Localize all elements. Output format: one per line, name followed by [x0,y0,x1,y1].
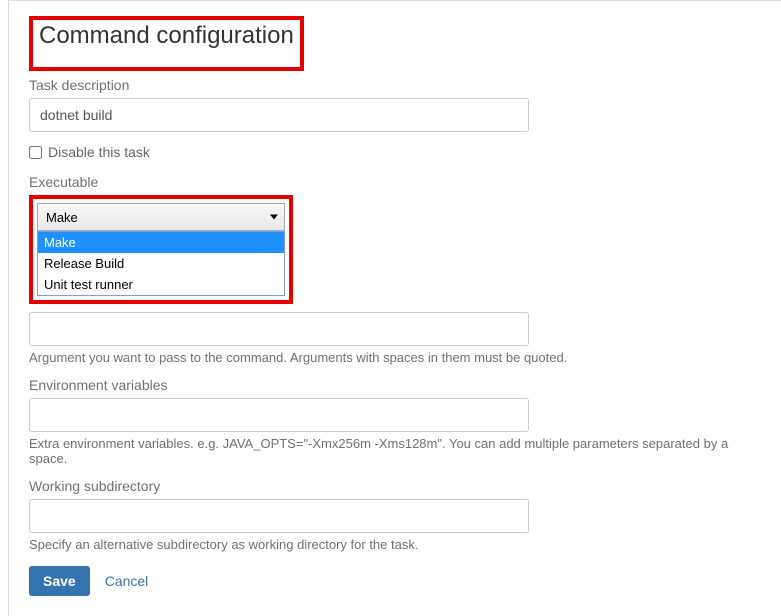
executable-select[interactable]: Make [37,203,285,231]
page-title: Command configuration [39,22,294,50]
executable-option[interactable]: Release Build [38,253,284,274]
env-vars-input[interactable] [29,398,529,432]
working-subdir-input[interactable] [29,499,529,533]
disable-task-checkbox[interactable] [29,146,42,159]
executable-option[interactable]: Make [38,232,284,253]
env-vars-help: Extra environment variables. e.g. JAVA_O… [29,436,761,466]
argument-help: Argument you want to pass to the command… [29,350,761,365]
save-button[interactable]: Save [29,566,90,596]
executable-option[interactable]: Unit test runner [38,274,284,295]
working-subdir-help: Specify an alternative subdirectory as w… [29,537,761,552]
env-vars-label: Environment variables [29,377,761,393]
executable-selected-value: Make [46,210,78,225]
task-description-input[interactable] [29,98,529,132]
working-subdir-label: Working subdirectory [29,478,761,494]
argument-input[interactable] [29,312,529,346]
executable-label: Executable [29,174,761,190]
cancel-button[interactable]: Cancel [105,573,149,589]
task-description-label: Task description [29,77,761,93]
executable-highlight: Make Make Release Build Unit test runner [29,195,293,304]
chevron-down-icon [270,215,278,220]
executable-dropdown: Make Release Build Unit test runner [37,231,285,296]
disable-task-label: Disable this task [48,144,150,160]
title-highlight: Command configuration [29,16,304,71]
command-config-form: Command configuration Task description D… [8,0,781,616]
